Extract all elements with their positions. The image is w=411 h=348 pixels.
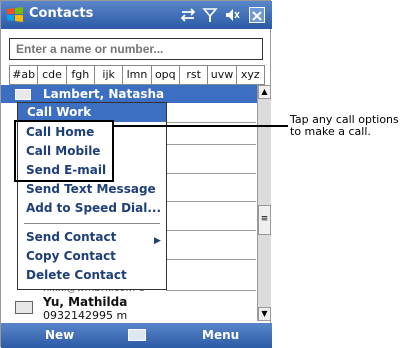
scroll-down-arrow-icon[interactable]: ▼ — [258, 307, 271, 321]
tab-xyz[interactable]: xyz — [237, 66, 264, 84]
scroll-up-arrow-icon[interactable]: ▲ — [258, 85, 271, 99]
signal-antenna-icon[interactable] — [201, 6, 219, 24]
tab-fgh[interactable]: fgh — [67, 66, 95, 84]
scroll-thumb[interactable]: ≡ — [258, 205, 271, 235]
close-button[interactable] — [249, 7, 265, 23]
alphabet-tabs: #ab cde fgh ijk lmn opq rst uvw xyz — [9, 65, 265, 85]
search-input[interactable] — [9, 38, 263, 60]
window-title: Contacts — [29, 6, 94, 21]
menu-item-copy-contact[interactable]: Copy Contact — [26, 249, 116, 263]
tab-lmn[interactable]: lmn — [123, 66, 152, 84]
selected-contact-name: Lambert, Natasha — [43, 87, 165, 101]
tab-cde[interactable]: cde — [38, 66, 67, 84]
menu-item-send-contact[interactable]: Send Contact — [26, 230, 116, 244]
device-screen: Contacts #ab cde fgh ijk lmn opq rst uvw… — [0, 0, 272, 348]
connectivity-icon[interactable] — [179, 6, 197, 24]
contact-phone: 0932142995 m — [43, 309, 128, 322]
list-divider — [166, 144, 256, 145]
list-divider — [166, 259, 256, 260]
list-divider — [166, 201, 256, 202]
contact-card-icon — [15, 301, 33, 314]
menu-item-label: Call Work — [27, 105, 92, 119]
tab-ab[interactable]: #ab — [10, 66, 39, 84]
tab-opq[interactable]: opq — [152, 66, 180, 84]
list-divider — [166, 290, 256, 291]
close-icon — [252, 11, 262, 21]
callout-text: Tap any call options to make a call. — [290, 114, 399, 138]
keyboard-icon[interactable] — [128, 329, 146, 341]
callout-line-2: to make a call. — [290, 125, 371, 138]
contact-card-icon — [15, 89, 31, 100]
softkey-bar: New Menu — [1, 323, 272, 348]
submenu-arrow-icon: ▶ — [154, 236, 161, 246]
contact-list-item[interactable]: Yu, Mathilda 0932142995 m — [1, 293, 257, 322]
menu-softkey[interactable]: Menu — [202, 328, 239, 342]
vertical-scrollbar[interactable]: ▲ ≡ ▼ — [257, 85, 271, 321]
contact-name: Yu, Mathilda — [43, 295, 128, 309]
tab-uvw[interactable]: uvw — [208, 66, 237, 84]
new-softkey[interactable]: New — [45, 328, 74, 342]
title-bar: Contacts — [1, 1, 272, 29]
callout-leader-line — [113, 125, 288, 127]
selected-contact-row[interactable]: Lambert, Natasha — [1, 85, 257, 103]
windows-start-icon[interactable] — [5, 5, 25, 25]
tab-rst[interactable]: rst — [180, 66, 209, 84]
list-divider — [166, 173, 256, 174]
menu-separator — [24, 223, 160, 224]
volume-icon[interactable] — [223, 6, 241, 24]
menu-item-delete-contact[interactable]: Delete Contact — [26, 268, 127, 282]
tab-ijk[interactable]: ijk — [95, 66, 124, 84]
menu-item-send-text[interactable]: Send Text Message — [26, 182, 156, 196]
call-options-highlight — [14, 120, 114, 182]
menu-item-speed-dial[interactable]: Add to Speed Dial... — [26, 201, 161, 215]
list-divider — [166, 230, 256, 231]
list-divider — [166, 122, 256, 123]
